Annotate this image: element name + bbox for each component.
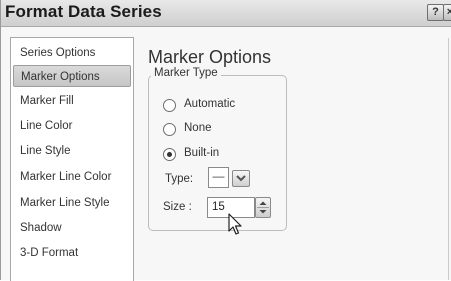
sidebar-item-marker-line-color[interactable]: Marker Line Color xyxy=(13,166,131,188)
chevron-down-icon xyxy=(236,175,246,182)
marker-type-legend: Marker Type xyxy=(151,67,221,79)
sidebar-item-marker-fill[interactable]: Marker Fill xyxy=(13,90,131,112)
radio-button[interactable] xyxy=(163,148,176,161)
dialog-title: Format Data Series xyxy=(5,2,162,21)
sidebar-item-line-color[interactable]: Line Color xyxy=(13,115,131,137)
title-bar: Format Data Series ? × xyxy=(1,0,451,27)
type-label: Type: xyxy=(165,173,194,185)
sidebar-item-shadow[interactable]: Shadow xyxy=(13,217,131,239)
radio-button[interactable] xyxy=(163,123,176,136)
marker-type-dropdown-button[interactable] xyxy=(232,170,250,187)
sidebar-item-line-style[interactable]: Line Style xyxy=(13,140,131,162)
sidebar-item-series-options[interactable]: Series Options xyxy=(13,42,131,64)
spinner-up-down-icon xyxy=(257,201,269,214)
help-button[interactable]: ? xyxy=(427,4,444,21)
marker-type-preview[interactable]: — xyxy=(208,167,229,188)
section-title: Marker Options xyxy=(148,47,272,67)
panel-divider xyxy=(448,38,449,280)
mouse-pointer-icon xyxy=(228,213,242,235)
size-label: Size : xyxy=(163,201,192,213)
marker-size-spinner[interactable] xyxy=(255,197,271,218)
options-sidebar: Series Options Marker Options Marker Fil… xyxy=(10,37,134,281)
sidebar-item-marker-options[interactable]: Marker Options xyxy=(13,65,131,87)
close-button[interactable]: × xyxy=(443,4,451,21)
radio-selected-dot xyxy=(167,152,172,157)
format-data-series-dialog: Format Data Series ? × Series Options Ma… xyxy=(0,0,451,281)
radio-label-none: None xyxy=(184,122,212,134)
sidebar-item-marker-line-style[interactable]: Marker Line Style xyxy=(13,192,131,214)
sidebar-item-3d-format[interactable]: 3-D Format xyxy=(13,242,131,264)
radio-label-automatic: Automatic xyxy=(184,98,236,110)
radio-button[interactable] xyxy=(163,99,176,112)
radio-label-built-in: Built-in xyxy=(184,147,220,159)
